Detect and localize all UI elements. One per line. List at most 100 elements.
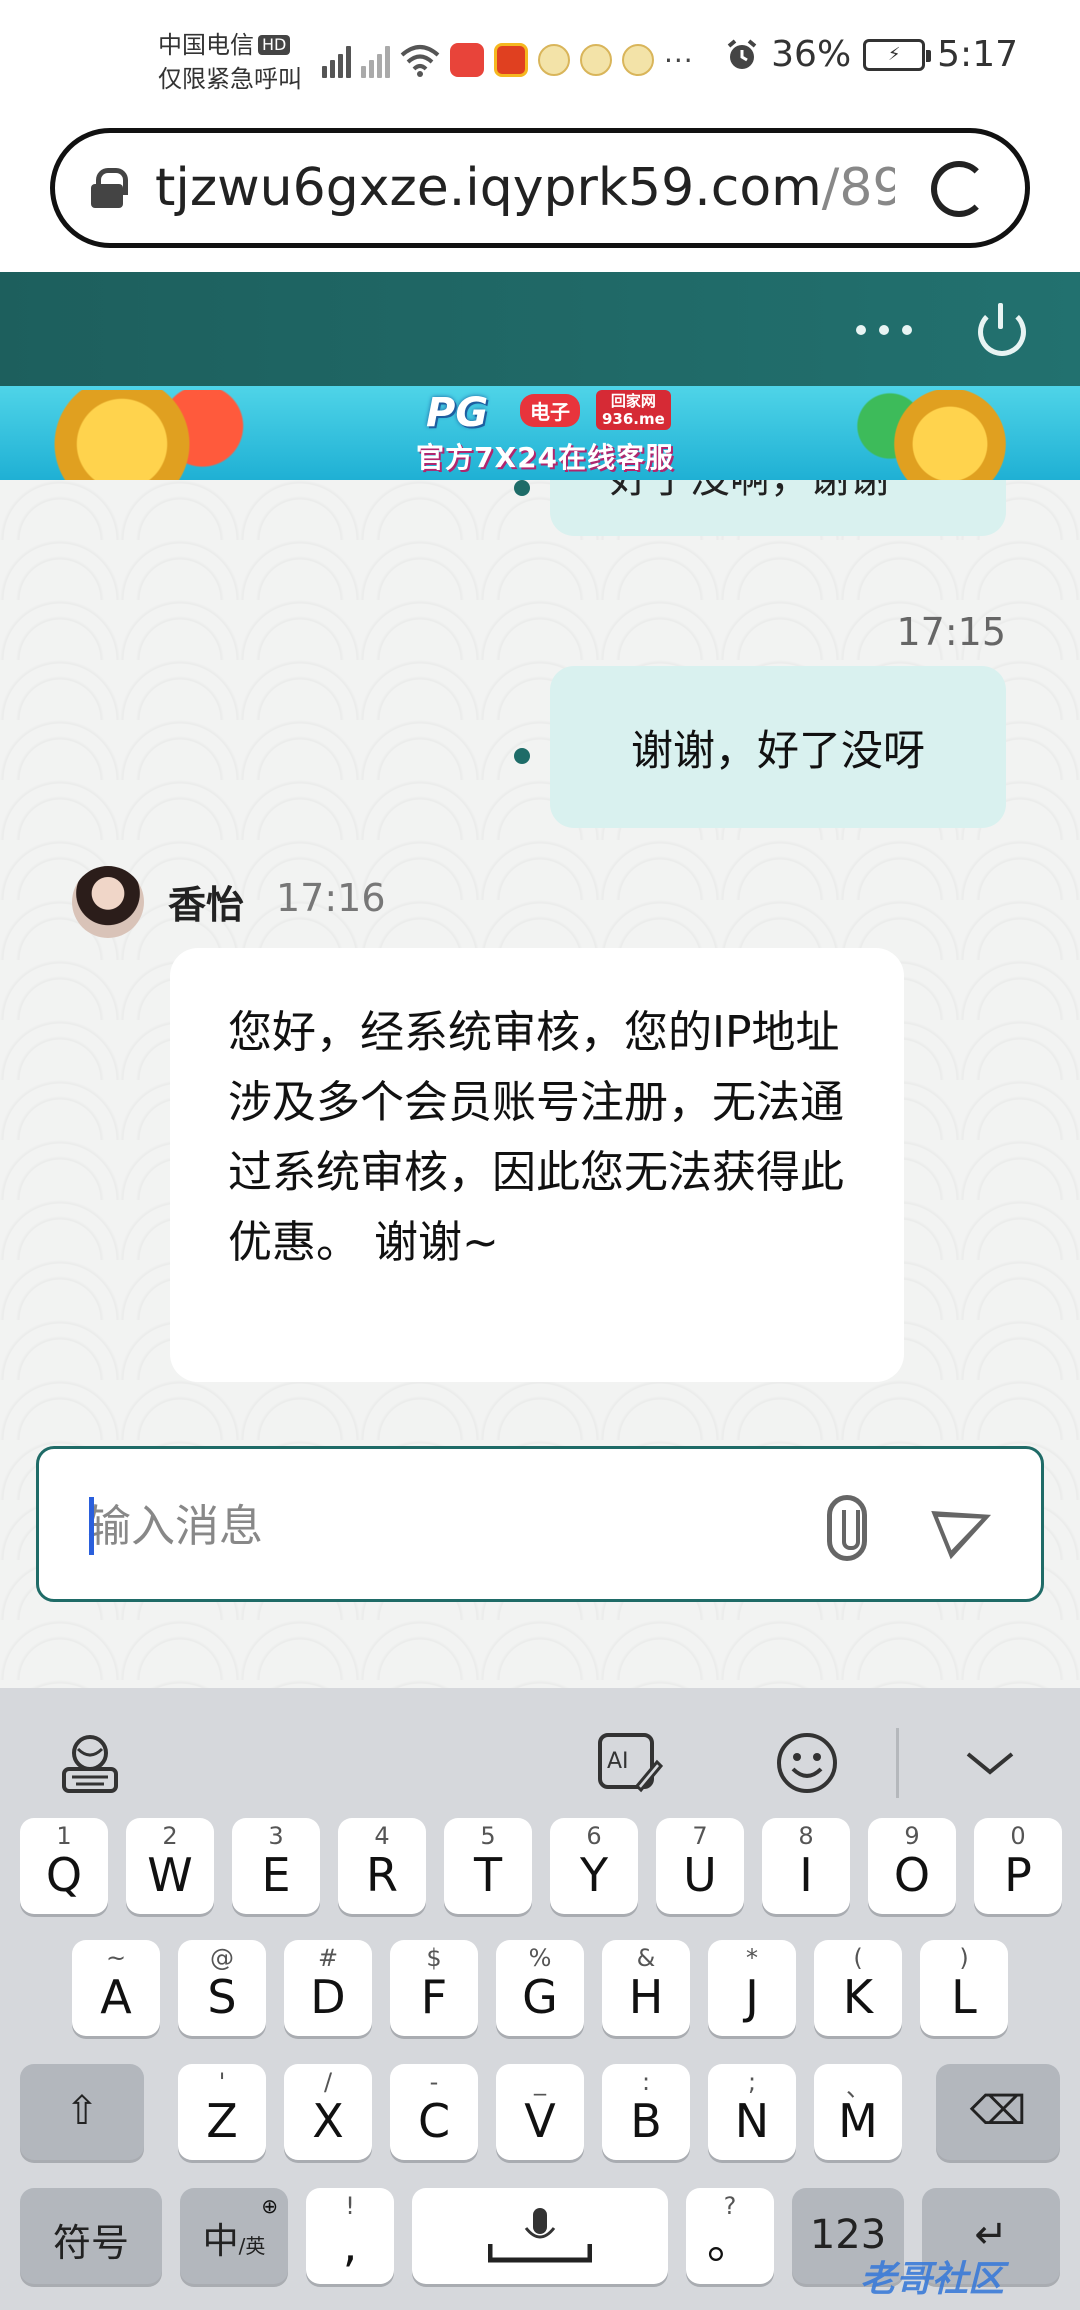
lock-icon[interactable] bbox=[91, 168, 128, 208]
backspace-key[interactable]: ⌫ bbox=[936, 2064, 1060, 2160]
battery-charging-icon: ⚡ bbox=[863, 38, 932, 71]
key-s[interactable]: @ S bbox=[178, 1940, 266, 2036]
url-text[interactable]: tjzwu6gxze.iqyprk59.com/897 bbox=[155, 158, 895, 218]
agent-avatar[interactable] bbox=[72, 866, 144, 938]
key-w[interactable]: 2W bbox=[126, 1818, 214, 1914]
more-notifications-icon: ··· bbox=[664, 43, 694, 77]
key-q[interactable]: 1Q bbox=[20, 1818, 108, 1914]
key-secondary-label: ; bbox=[747, 2068, 757, 2096]
key-o[interactable]: 9O bbox=[868, 1818, 956, 1914]
banner-site-domain: 936.me bbox=[602, 410, 665, 428]
collapse-keyboard-icon[interactable] bbox=[958, 1728, 1022, 1798]
key-p[interactable]: 0P bbox=[974, 1818, 1062, 1914]
symbols-label: 符号 bbox=[52, 2221, 129, 2265]
comma-key-sub: ! bbox=[345, 2192, 355, 2220]
key-label: Z bbox=[206, 2094, 238, 2148]
attachment-icon[interactable] bbox=[827, 1495, 867, 1561]
key-i[interactable]: 8I bbox=[762, 1818, 850, 1914]
address-bar[interactable]: tjzwu6gxze.iqyprk59.com/897 bbox=[50, 128, 1030, 248]
ai-writing-icon[interactable]: AI bbox=[592, 1728, 668, 1798]
message-input[interactable] bbox=[87, 1491, 787, 1561]
battery-percent: 36% bbox=[771, 34, 852, 75]
key-n[interactable]: ; N bbox=[708, 2064, 796, 2160]
key-secondary-label: $ bbox=[426, 1944, 442, 1972]
outgoing-message-bubble[interactable]: 谢谢，好了没呀 bbox=[550, 666, 1006, 828]
banner-logo: PG bbox=[426, 390, 489, 436]
key-j[interactable]: * J bbox=[708, 1940, 796, 2036]
incoming-message-bubble[interactable]: 您好，经系统审核，您的IP地址涉及多个会员账号注册，无法通过系统审核，因此您无法… bbox=[170, 948, 904, 1382]
power-icon[interactable] bbox=[978, 303, 1026, 356]
key-u[interactable]: 7U bbox=[656, 1818, 744, 1914]
comma-key[interactable]: ! , bbox=[306, 2188, 394, 2284]
key-label: K bbox=[842, 1970, 874, 2024]
key-k[interactable]: (K bbox=[814, 1940, 902, 2036]
key-label: J bbox=[745, 1970, 759, 2024]
wifi-icon bbox=[400, 45, 440, 77]
key-label: H bbox=[628, 1970, 664, 2024]
signal-icon bbox=[322, 42, 351, 78]
key-e[interactable]: 3E bbox=[232, 1818, 320, 1914]
key-l[interactable]: ) L bbox=[920, 1940, 1008, 2036]
key-label: I bbox=[799, 1848, 813, 1902]
key-label: S bbox=[207, 1970, 237, 2024]
key-h[interactable]: & H bbox=[602, 1940, 690, 2036]
language-switch-key[interactable]: 中/英 ⊕ bbox=[180, 2188, 288, 2284]
key-label: U bbox=[683, 1848, 717, 1902]
key-b[interactable]: :B bbox=[602, 2064, 690, 2160]
more-options-icon[interactable] bbox=[856, 310, 912, 350]
key-x[interactable]: / X bbox=[284, 2064, 372, 2160]
lang-sub-label: /英 bbox=[238, 2234, 266, 2258]
key-t[interactable]: 5T bbox=[444, 1818, 532, 1914]
keyboard-settings-icon[interactable] bbox=[52, 1728, 128, 1798]
key-secondary-label: 6 bbox=[586, 1822, 602, 1850]
key-f[interactable]: $ F bbox=[390, 1940, 478, 2036]
shift-icon: ⇧ bbox=[65, 2088, 99, 2134]
banner-decoration-right bbox=[840, 390, 1040, 480]
emoji-notification-icon bbox=[622, 44, 654, 76]
key-secondary-label: ' bbox=[218, 2068, 226, 2096]
language-switch-label: 中/英 bbox=[180, 2212, 288, 2264]
key-v[interactable]: _ V bbox=[496, 2064, 584, 2160]
banner-title: 官方7X24在线客服 bbox=[416, 441, 675, 474]
hd-badge: HD bbox=[258, 35, 291, 55]
message-text: 您好，经系统审核，您的IP地址涉及多个会员账号注册，无法通过系统审核，因此您无法… bbox=[228, 1007, 844, 1268]
shift-key[interactable]: ⇧ bbox=[20, 2064, 144, 2160]
symbols-key[interactable]: 符号 bbox=[20, 2188, 162, 2284]
key-label: T bbox=[473, 1848, 503, 1902]
key-label: E bbox=[261, 1848, 291, 1902]
key-secondary-label: ~ bbox=[105, 1944, 127, 1972]
key-label: L bbox=[951, 1970, 977, 2024]
browser-toolbar: tjzwu6gxze.iqyprk59.com/897 bbox=[0, 126, 1080, 272]
key-m[interactable]: 、 M bbox=[814, 2064, 902, 2160]
space-key[interactable] bbox=[412, 2188, 668, 2284]
key-g[interactable]: % G bbox=[496, 1940, 584, 2036]
key-secondary-label: ( bbox=[853, 1944, 863, 1972]
message-composer bbox=[36, 1446, 1044, 1602]
key-secondary-label: @ bbox=[210, 1944, 234, 1972]
key-secondary-label: ) bbox=[959, 1944, 969, 1972]
reload-icon[interactable] bbox=[931, 161, 987, 217]
key-c[interactable]: -C bbox=[390, 2064, 478, 2160]
promo-banner[interactable]: PG 电子 回家网 936.me 官方7X24在线客服 bbox=[0, 386, 1080, 480]
key-label: N bbox=[734, 2094, 770, 2148]
status-right: 36% ⚡ 5:17 bbox=[725, 34, 1018, 75]
key-a[interactable]: ~ A bbox=[72, 1940, 160, 2036]
key-r[interactable]: 4R bbox=[338, 1818, 426, 1914]
key-z[interactable]: ' Z bbox=[178, 2064, 266, 2160]
toolbar-divider bbox=[896, 1728, 899, 1798]
send-icon[interactable] bbox=[931, 1490, 1001, 1560]
outgoing-message-bubble[interactable]: 好了没啊，谢谢 bbox=[550, 480, 1006, 536]
banner-tag: 电子 bbox=[520, 394, 580, 427]
key-secondary-label: _ bbox=[534, 2068, 546, 2096]
lang-main-label: 中 bbox=[202, 2221, 239, 2262]
microphone-icon bbox=[488, 2208, 592, 2263]
key-label: A bbox=[100, 1970, 132, 2024]
period-key[interactable]: ? 。 bbox=[686, 2188, 774, 2284]
comma-key-label: , bbox=[342, 2218, 358, 2272]
key-secondary-label: 5 bbox=[480, 1822, 496, 1850]
key-y[interactable]: 6Y bbox=[550, 1818, 638, 1914]
url-path: /897 bbox=[821, 158, 895, 218]
emoji-icon[interactable] bbox=[772, 1728, 842, 1798]
message-time: 17:16 bbox=[276, 876, 386, 920]
key-d[interactable]: # D bbox=[284, 1940, 372, 2036]
